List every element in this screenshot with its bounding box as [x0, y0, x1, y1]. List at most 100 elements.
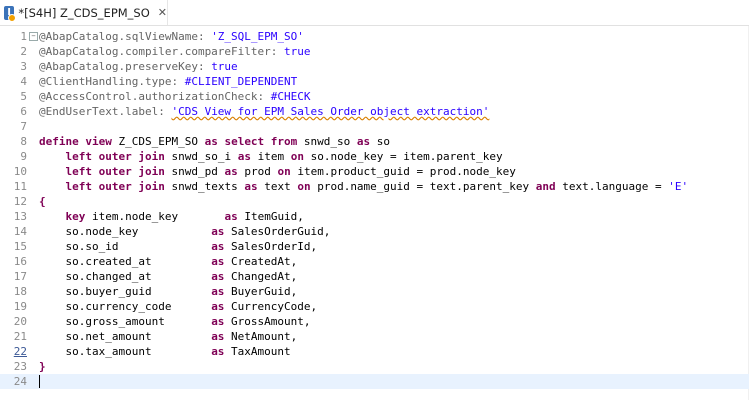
- code-line[interactable]: 3 @AbapCatalog.preserveKey: true: [0, 59, 749, 74]
- code-line[interactable]: 6 @EndUserText.label: 'CDS View for EPM S…: [0, 104, 749, 119]
- code-line[interactable]: 19 so.currency_code as CurrencyCode,: [0, 299, 749, 314]
- code-text: so.node_key as SalesOrderGuid,: [39, 224, 330, 239]
- code-text: left outer join snwd_texts as text on pr…: [39, 179, 689, 194]
- code-token: NetAmount,: [224, 330, 298, 343]
- line-number: 21: [13, 330, 27, 343]
- line-number: 20: [13, 315, 27, 328]
- code-token: as: [211, 285, 225, 298]
- code-line[interactable]: 18 so.buyer_guid as BuyerGuid,: [0, 284, 749, 299]
- code-token: on: [297, 180, 311, 193]
- code-text: @AccessControl.authorizationCheck: #CHEC…: [39, 89, 311, 104]
- code-token: Z_CDS_EPM_SO: [111, 135, 205, 148]
- code-line[interactable]: 4 @ClientHandling.type: #CLIENT_DEPENDENT: [0, 74, 749, 89]
- line-number: 10: [13, 165, 27, 178]
- code-token: snwd_so: [297, 135, 357, 148]
- code-token: ChangedAt,: [224, 270, 298, 283]
- text-caret: [39, 375, 40, 388]
- code-text: so.gross_amount as GrossAmount,: [39, 314, 311, 329]
- line-number: 3: [20, 60, 27, 73]
- code-token: so.gross_amount: [39, 315, 212, 328]
- line-number: 14: [13, 225, 27, 238]
- code-line[interactable]: 10 left outer join snwd_pd as prod on it…: [0, 164, 749, 179]
- code-token: as: [211, 270, 225, 283]
- code-line[interactable]: 8 define view Z_CDS_EPM_SO as select from…: [0, 134, 749, 149]
- code-text: @AbapCatalog.compiler.compareFilter: tru…: [39, 44, 311, 59]
- line-number: 17: [13, 270, 27, 283]
- code-token: text: [257, 180, 298, 193]
- code-line[interactable]: 16 so.created_at as CreatedAt,: [0, 254, 749, 269]
- code-token: so.changed_at: [39, 270, 212, 283]
- code-line[interactable]: 9 left outer join snwd_so_i as item on s…: [0, 149, 749, 164]
- code-line[interactable]: 20 so.gross_amount as GrossAmount,: [0, 314, 749, 329]
- code-token: #CLIENT_DEPENDENT: [184, 75, 298, 88]
- code-text: so.changed_at as ChangedAt,: [39, 269, 297, 284]
- code-line[interactable]: 23}: [0, 359, 749, 374]
- code-token: item.product_guid = prod.node_key: [290, 165, 516, 178]
- code-line[interactable]: 13 key item.node_key as ItemGuid,: [0, 209, 749, 224]
- code-editor[interactable]: 1− @AbapCatalog.sqlViewName: 'Z_SQL_EPM_S…: [0, 26, 749, 400]
- fold-toggle-icon[interactable]: −: [29, 32, 38, 41]
- code-token: text.language =: [555, 180, 669, 193]
- line-number: 12: [13, 195, 27, 208]
- code-line[interactable]: 11 left outer join snwd_texts as text on…: [0, 179, 749, 194]
- line-number: 23: [13, 360, 27, 373]
- code-token: SalesOrderId,: [224, 240, 318, 253]
- code-text: so.net_amount as NetAmount,: [39, 329, 297, 344]
- code-token: BuyerGuid,: [224, 285, 298, 298]
- line-number: 5: [20, 90, 27, 103]
- code-line[interactable]: 12 {: [0, 194, 749, 209]
- code-token: as: [237, 150, 251, 163]
- code-token: @AbapCatalog.compiler.compareFilter:: [39, 45, 285, 58]
- code-token: @AbapCatalog.sqlViewName:: [39, 30, 212, 43]
- code-token: so.tax_amount: [39, 345, 212, 358]
- code-token: {: [39, 195, 46, 208]
- code-line[interactable]: 7: [0, 119, 749, 134]
- code-line[interactable]: 5 @AccessControl.authorizationCheck: #CHE…: [0, 89, 749, 104]
- code-line[interactable]: 21 so.net_amount as NetAmount,: [0, 329, 749, 344]
- code-token: so.buyer_guid: [39, 285, 212, 298]
- code-token: CreatedAt,: [224, 255, 298, 268]
- code-token: true: [284, 45, 311, 58]
- line-number: 11: [13, 180, 27, 193]
- code-token: and: [535, 180, 556, 193]
- line-number: 16: [13, 255, 27, 268]
- code-token: as: [211, 330, 225, 343]
- code-token: ItemGuid,: [237, 210, 304, 223]
- code-token: so.created_at: [39, 255, 212, 268]
- tab-z-cds-epm-so[interactable]: I *[S4H] Z_CDS_EPM_SO ✕: [0, 0, 168, 25]
- line-number: 4: [20, 75, 27, 88]
- code-token: snwd_pd: [164, 165, 225, 178]
- cds-file-icon-badge: [8, 13, 17, 22]
- code-token: 'E': [668, 180, 689, 193]
- code-token: so.net_amount: [39, 330, 212, 343]
- code-text: so.created_at as CreatedAt,: [39, 254, 297, 269]
- code-text: @EndUserText.label: 'CDS View for EPM Sa…: [39, 104, 489, 119]
- code-text: key item.node_key as ItemGuid,: [39, 209, 304, 224]
- code-token: @AbapCatalog.preserveKey:: [39, 60, 212, 73]
- code-token: true: [211, 60, 238, 73]
- code-token: define view: [39, 135, 112, 148]
- code-text: left outer join snwd_pd as prod on item.…: [39, 164, 516, 179]
- code-token: as: [224, 165, 238, 178]
- code-line[interactable]: 15 so.so_id as SalesOrderId,: [0, 239, 749, 254]
- code-line[interactable]: 14 so.node_key as SalesOrderGuid,: [0, 224, 749, 239]
- code-token: GrossAmount,: [224, 315, 311, 328]
- code-line[interactable]: 1− @AbapCatalog.sqlViewName: 'Z_SQL_EPM_S…: [0, 29, 749, 44]
- line-number: 22: [13, 345, 27, 358]
- code-line[interactable]: 24: [0, 374, 749, 389]
- code-token: #CHECK: [270, 90, 311, 103]
- code-token: snwd_texts: [164, 180, 245, 193]
- code-line[interactable]: 17 so.changed_at as ChangedAt,: [0, 269, 749, 284]
- code-text: @AbapCatalog.sqlViewName: 'Z_SQL_EPM_SO': [39, 29, 304, 44]
- code-token: TaxAmount: [224, 345, 291, 358]
- code-line[interactable]: 22 so.tax_amount as TaxAmount: [0, 344, 749, 359]
- code-line[interactable]: 2 @AbapCatalog.compiler.compareFilter: tr…: [0, 44, 749, 59]
- line-number: 7: [20, 120, 27, 133]
- line-number: 1: [20, 30, 27, 43]
- code-token: item.node_key: [85, 210, 225, 223]
- close-icon[interactable]: ✕: [158, 6, 167, 19]
